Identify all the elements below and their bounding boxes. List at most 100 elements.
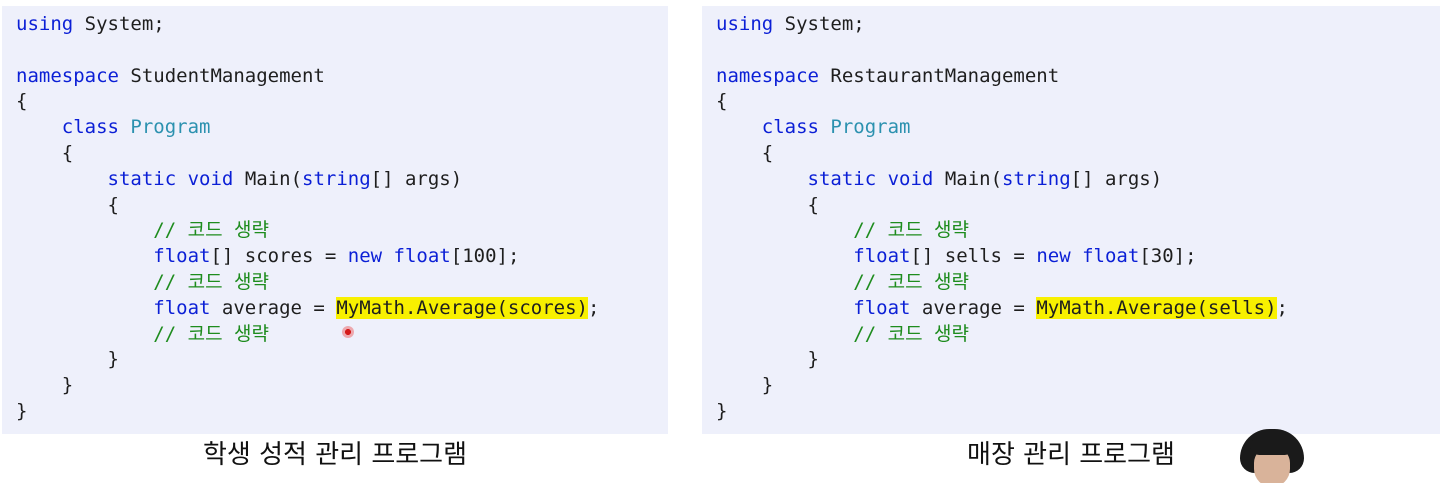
code-token: float [853, 296, 911, 319]
code-line: namespace RestaurantManagement [716, 64, 1440, 90]
code-token: using [16, 13, 74, 35]
code-token: } [16, 374, 74, 397]
code-token: ; [588, 296, 600, 319]
code-token: average = [210, 296, 337, 319]
laser-pointer-icon [342, 326, 354, 338]
code-panel-restaurant-management: using System; namespace RestaurantManagem… [702, 6, 1440, 434]
code-line: float[] sells = new float[30]; [716, 244, 1440, 270]
code-line: using System; [716, 12, 1440, 38]
code-token: void [187, 167, 234, 190]
code-token: Main( [933, 167, 1003, 190]
code-token: } [16, 348, 119, 371]
code-token: float [153, 296, 211, 319]
code-line: float average = MyMath.Average(sells); [716, 296, 1440, 322]
code-block: using System; namespace RestaurantManagem… [716, 12, 1440, 425]
code-token: { [716, 90, 728, 113]
code-token: } [716, 348, 819, 371]
code-token: { [716, 193, 819, 216]
code-line: class Program [716, 115, 1440, 141]
code-token: class [761, 116, 819, 139]
code-line: } [716, 399, 1440, 425]
code-line: { [716, 89, 1440, 115]
code-line: class Program [16, 115, 668, 141]
code-token: string [302, 167, 371, 190]
code-token: { [716, 141, 774, 164]
code-token: string [1002, 167, 1071, 190]
code-line: // 코드 생략 [716, 218, 1440, 244]
code-token: // 코드 생략 [153, 270, 269, 293]
code-line: } [16, 373, 668, 399]
code-token: // 코드 생략 [853, 322, 969, 345]
code-token: { [16, 193, 119, 216]
code-token: StudentManagement [118, 64, 325, 87]
code-token: // 코드 생략 [853, 270, 969, 293]
code-token: } [16, 399, 28, 422]
code-token: class [61, 116, 119, 139]
code-token: [] scores = [210, 245, 348, 268]
code-line: { [16, 89, 668, 115]
code-token: [] args) [370, 167, 463, 190]
code-token: new [347, 245, 383, 268]
code-line: { [716, 141, 1440, 167]
code-token: // 코드 생략 [153, 219, 269, 242]
presenter-webcam-icon [1238, 427, 1308, 483]
code-token: [] args) [1070, 167, 1163, 190]
code-line: // 코드 생략 [16, 218, 668, 244]
code-line: } [716, 347, 1440, 373]
code-token: average = [910, 296, 1037, 319]
code-token: } [716, 399, 728, 422]
code-line: namespace StudentManagement [16, 64, 668, 90]
code-line: } [16, 347, 668, 373]
code-token: using [716, 13, 774, 35]
caption-student-management: 학생 성적 관리 프로그램 [203, 440, 467, 470]
code-line: float[] scores = new float[100]; [16, 244, 668, 270]
code-line: static void Main(string[] args) [16, 167, 668, 193]
code-token: float [393, 245, 451, 268]
code-line: } [16, 399, 668, 425]
code-block: using System; namespace StudentManagement… [16, 12, 668, 425]
code-token: namespace [16, 64, 119, 87]
code-token: { [16, 90, 28, 113]
code-token: [100]; [450, 245, 520, 268]
code-token: // 코드 생략 [153, 322, 269, 345]
code-token: { [16, 141, 74, 164]
code-token: [30]; [1139, 245, 1197, 268]
code-token: ; [1276, 296, 1288, 319]
code-token: System; [773, 13, 865, 35]
code-token: [] sells = [910, 245, 1037, 268]
code-token: RestaurantManagement [818, 64, 1060, 87]
code-panel-student-management: using System; namespace StudentManagement… [2, 6, 668, 434]
code-line: } [716, 373, 1440, 399]
code-line: using System; [16, 12, 668, 38]
code-token: System; [73, 13, 165, 35]
code-token: static [107, 167, 177, 190]
code-line: static void Main(string[] args) [716, 167, 1440, 193]
code-token: float [153, 245, 211, 268]
code-token: } [716, 374, 774, 397]
code-token: static [807, 167, 877, 190]
code-token: float [853, 245, 911, 268]
code-line: { [16, 141, 668, 167]
code-line: // 코드 생략 [716, 322, 1440, 348]
code-token: Main( [233, 167, 303, 190]
code-token: new [1036, 245, 1071, 268]
